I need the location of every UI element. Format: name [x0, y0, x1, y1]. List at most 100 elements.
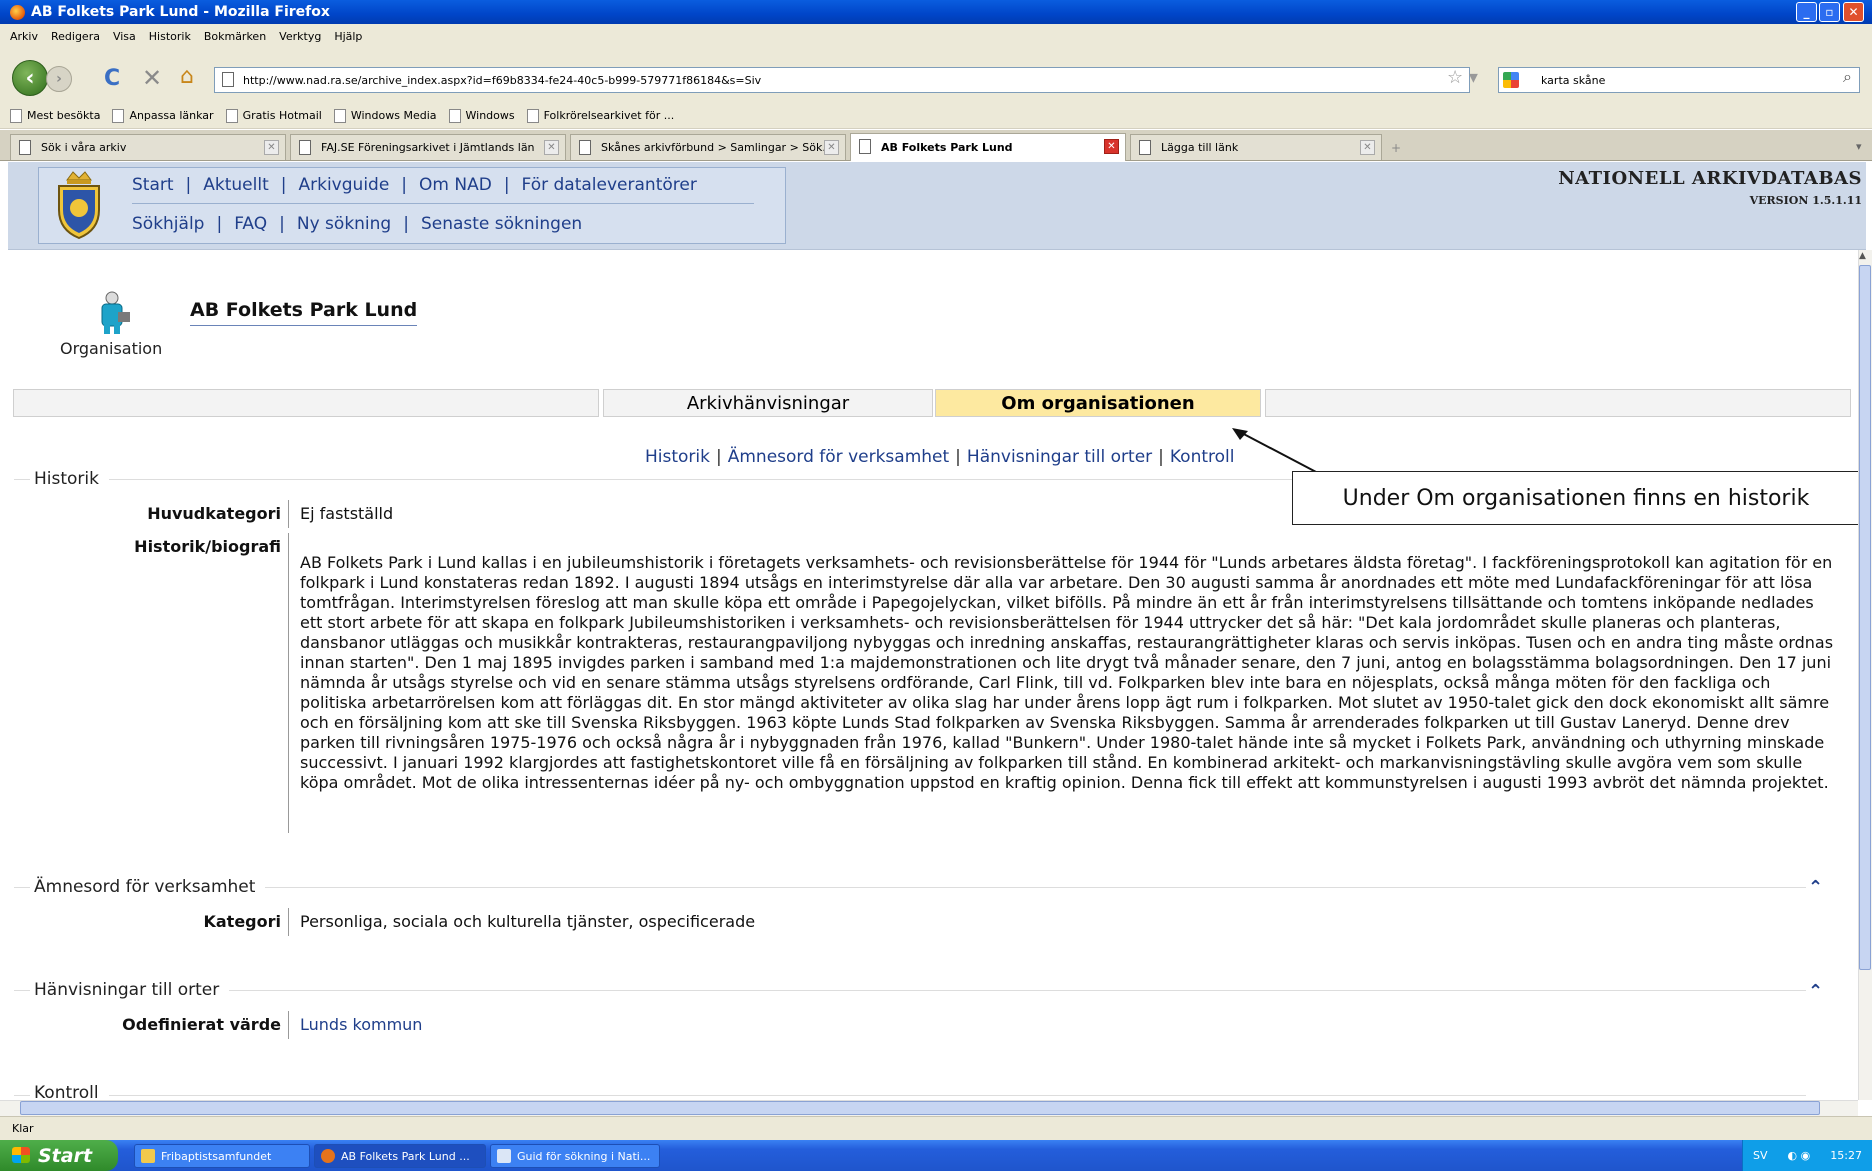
site-nav-primary: Start | Aktuellt | Arkivguide | Om NAD | För dat… [132, 175, 697, 195]
lunds-kommun-link[interactable]: Lunds kommun [300, 1015, 422, 1034]
bookmark-star-icon[interactable]: ☆ ▾ [1447, 67, 1478, 88]
collapse-chevron-icon[interactable]: ⌃ [1808, 877, 1823, 898]
clock: 15:27 [1830, 1149, 1862, 1162]
section-heading-text: Hänvisningar till orter [34, 980, 220, 1000]
link-historik[interactable]: Historik [645, 447, 710, 467]
nav-aktuellt[interactable]: Aktuellt [203, 175, 269, 195]
page-icon [299, 140, 311, 155]
nav-dataleverantorer[interactable]: För dataleverantörer [522, 175, 697, 195]
odefinierat-varde-label: Odefinierat värde [122, 1015, 281, 1034]
google-icon[interactable] [1503, 72, 1519, 88]
taskbar-item[interactable]: Guid för sökning i Nati... [490, 1144, 660, 1168]
forward-arrow-icon[interactable]: › [46, 66, 72, 92]
nav-om-nad[interactable]: Om NAD [419, 175, 492, 195]
nav-arkivguide[interactable]: Arkivguide [299, 175, 390, 195]
kategori-label: Kategori [203, 912, 281, 931]
url-input[interactable]: http://www.nad.ra.se/archive_index.aspx?… [214, 67, 1470, 93]
nav-divider [132, 203, 754, 204]
page-icon [526, 108, 539, 123]
taskbar-item-active[interactable]: AB Folkets Park Lund ... [314, 1144, 486, 1168]
content-tab-spacer [1265, 389, 1851, 417]
nav-separator: | [401, 175, 408, 195]
search-icon[interactable]: ⌕ [1843, 67, 1852, 87]
nav-senaste-sokningen[interactable]: Senaste sökningen [421, 214, 582, 234]
menu-visa[interactable]: Visa [113, 30, 136, 43]
home-icon[interactable]: ⌂ [180, 64, 194, 89]
taskbar-item[interactable]: Fribaptistsamfundet [134, 1144, 310, 1168]
menu-historik[interactable]: Historik [149, 30, 191, 43]
bookmark-label: Folkrörelsearkivet för ... [543, 109, 675, 122]
window-title: AB Folkets Park Lund - Mozilla Firefox [31, 4, 330, 20]
stop-icon[interactable]: ✕ [142, 64, 162, 92]
system-tray: SV ◐ ◉ 15:27 [1742, 1140, 1872, 1171]
heading-rule [229, 989, 1806, 991]
close-tab-icon[interactable]: ✕ [1360, 140, 1375, 155]
vertical-scroll-thumb[interactable] [1859, 265, 1871, 970]
bookmark-icon [112, 108, 125, 123]
bookmark-label: Windows Media [350, 109, 437, 122]
browser-tab[interactable]: Lägga till länk ✕ [1130, 134, 1382, 160]
link-amnesord[interactable]: Ämnesord för verksamhet [728, 447, 949, 467]
section-links: Historik | Ämnesord för verksamhet | Hänvisn… [645, 447, 1234, 467]
menu-arkiv[interactable]: Arkiv [10, 30, 38, 43]
page-icon [859, 139, 871, 154]
tray-icons[interactable]: ◐ ◉ [1788, 1149, 1811, 1162]
tab-arkivhanvisningar[interactable]: Arkivhänvisningar [603, 389, 933, 417]
menu-hjalp[interactable]: Hjälp [334, 30, 362, 43]
section-heading-orter: Hänvisningar till orter [14, 980, 1806, 1000]
close-tab-icon[interactable]: ✕ [264, 140, 279, 155]
close-tab-icon[interactable]: ✕ [544, 140, 559, 155]
menu-bokmarken[interactable]: Bokmärken [204, 30, 266, 43]
tab-list-chevron-icon[interactable]: ▾ [1856, 140, 1862, 153]
heading-rule [14, 886, 30, 888]
maximize-button[interactable]: ▫ [1819, 2, 1840, 22]
page-icon [448, 108, 461, 123]
heading-rule [14, 1095, 30, 1096]
page-icon [579, 140, 591, 155]
search-input[interactable]: karta skåne [1498, 67, 1860, 93]
browser-tab[interactable]: FAJ.SE Föreningsarkivet i Jämtlands län ✕ [290, 134, 566, 160]
horizontal-scroll-thumb[interactable] [20, 1101, 1820, 1115]
menu-redigera[interactable]: Redigera [51, 30, 100, 43]
link-hanvisningar[interactable]: Hänvisningar till orter [967, 447, 1152, 467]
link-separator: | [716, 447, 722, 467]
bookmark-item[interactable]: Windows [448, 108, 515, 123]
link-kontroll[interactable]: Kontroll [1170, 447, 1235, 467]
new-tab-icon[interactable]: + [1386, 138, 1406, 158]
browser-tab[interactable]: Skånes arkivförbund > Samlingar > Sök...… [570, 134, 846, 160]
minimize-button[interactable]: _ [1796, 2, 1817, 22]
menu-bar: Arkiv Redigera Visa Historik Bokmärken V… [0, 24, 1872, 48]
scroll-up-icon[interactable]: ▲ [1859, 251, 1866, 261]
collapse-chevron-icon[interactable]: ⌃ [1808, 981, 1823, 1002]
language-indicator[interactable]: SV [1753, 1149, 1768, 1162]
bookmark-item[interactable]: Windows Media [333, 108, 437, 123]
nav-start[interactable]: Start [132, 175, 174, 195]
coat-of-arms-icon [58, 171, 100, 240]
bookmark-item[interactable]: Mest besökta [10, 108, 100, 123]
nav-separator: | [279, 214, 285, 234]
section-heading-kontroll: Kontroll [14, 1083, 1806, 1099]
browser-tab-active[interactable]: AB Folkets Park Lund ✕ [850, 133, 1126, 161]
bookmark-label: Anpassa länkar [129, 109, 214, 122]
nav-faq[interactable]: FAQ [234, 214, 267, 234]
nav-ny-sokning[interactable]: Ny sökning [297, 214, 391, 234]
taskbar-item-label: AB Folkets Park Lund ... [341, 1149, 470, 1163]
firefox-icon [321, 1149, 335, 1163]
menu-verktyg[interactable]: Verktyg [279, 30, 321, 43]
close-window-button[interactable]: ✕ [1843, 2, 1864, 22]
annotation-callout: Under Om organisationen finns en histori… [1292, 471, 1860, 525]
close-tab-icon[interactable]: ✕ [824, 140, 839, 155]
bookmark-item[interactable]: Anpassa länkar [112, 108, 214, 123]
back-arrow-icon[interactable]: ‹ [12, 60, 48, 96]
taskbar-item-label: Fribaptistsamfundet [161, 1149, 272, 1163]
reload-icon[interactable]: C [104, 66, 120, 91]
brand-version: VERSION 1.5.1.11 [1749, 194, 1862, 207]
bookmark-item[interactable]: Folkrörelsearkivet för ... [526, 108, 675, 123]
nav-sokhjalp[interactable]: Sökhjälp [132, 214, 204, 234]
bookmark-item[interactable]: Gratis Hotmail [225, 108, 322, 123]
tab-label: AB Folkets Park Lund [881, 141, 1013, 154]
tab-om-organisationen[interactable]: Om organisationen [935, 389, 1261, 417]
nav-separator: | [280, 175, 287, 195]
browser-tab[interactable]: Sök i våra arkiv ✕ [10, 134, 286, 160]
close-tab-icon[interactable]: ✕ [1104, 139, 1119, 154]
